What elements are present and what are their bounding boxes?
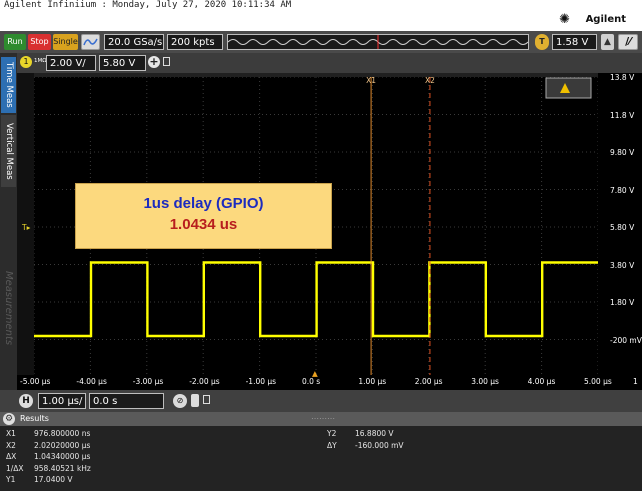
- channel-impedance: 1MΩ: [34, 58, 47, 64]
- memory-depth-field[interactable]: 200 kpts: [167, 34, 223, 50]
- result-label: X1: [6, 429, 16, 438]
- result-label: ΔY: [327, 440, 337, 450]
- channel-menu-icon[interactable]: [163, 57, 170, 66]
- annotation-value: 1.0434 us: [169, 216, 238, 233]
- x-tick-label: -2.00 µs: [189, 377, 220, 386]
- result-label: Y1: [6, 475, 16, 484]
- x-tick-label: -3.00 µs: [132, 377, 164, 386]
- y-tick-label: 13.8 V: [610, 73, 635, 82]
- waveform-icon: [83, 38, 98, 46]
- results-table: X1 976.800000 ns X2 2.02020000 µs ΔX 1.043400…: [0, 426, 642, 491]
- y-tick-label: 9.80 V: [610, 148, 635, 157]
- trigger-badge[interactable]: T: [535, 34, 549, 50]
- y-tick-label: 5.80 V: [610, 223, 635, 232]
- y-tick-label: 11.8 V: [610, 110, 635, 120]
- result-value: 976.800000 ns: [34, 429, 91, 438]
- result-value: 958.40521 kHz: [34, 463, 91, 473]
- vertical-scale: 13.8 V 11.8 V 9.80 V 7.80 V 5.80 V 3.80 V 1.80…: [598, 73, 642, 388]
- y-tick-label: -200 mV: [610, 335, 642, 345]
- result-value: 2.02020000 µs: [34, 440, 91, 450]
- delay-annotation: 1us delay (GPIO) 1.0434 us: [75, 183, 332, 249]
- results-settings-icon[interactable]: ⚙: [3, 413, 15, 425]
- horizontal-position-field[interactable]: 0.0 s: [89, 393, 164, 409]
- result-label: ΔX: [6, 452, 17, 461]
- trigger-slope-icon[interactable]: ▲: [601, 34, 614, 50]
- single-button[interactable]: Single: [53, 34, 78, 50]
- y-tick-label: 1.80 V: [610, 298, 635, 307]
- trigger-edge-icon[interactable]: /⁄: [618, 34, 638, 50]
- y-tick-label: 3.80 V: [610, 260, 635, 270]
- acquisition-toolbar: Run Stop Single 20.0 GSa/s 200 kpts T 1.…: [0, 31, 642, 53]
- channel-1-trace: [34, 261, 598, 338]
- agilent-spark-icon: ✺: [559, 12, 570, 27]
- timebase-scale-field[interactable]: 1.00 µs/: [38, 393, 86, 409]
- channel-number-badge[interactable]: 1: [20, 56, 32, 68]
- measurements-watermark: Measurements: [3, 270, 14, 346]
- results-panel: ⚙ Results ⋯⋯⋯ X1 976.800000 ns X2 2.0202000…: [0, 412, 642, 491]
- x-tick-label: 2.00 µs: [414, 377, 443, 386]
- horizontal-bar: H 1.00 µs/ 0.0 s ⊘: [0, 390, 642, 412]
- x-tick-label: 3.00 µs: [471, 377, 499, 386]
- stop-button[interactable]: Stop: [28, 34, 51, 50]
- result-label: Y2: [327, 429, 337, 438]
- result-value: 17.0400 V: [34, 475, 73, 484]
- acquisition-overview-strip[interactable]: [227, 34, 529, 50]
- annotation-title: 1us delay (GPIO): [143, 195, 264, 212]
- result-value: 16.8800 V: [355, 429, 394, 438]
- x-tick-label: -1.00 µs: [245, 377, 277, 386]
- horizontal-badge[interactable]: H: [19, 394, 33, 408]
- x-tick-label: 0.0 s: [302, 377, 321, 386]
- cursor-x1-label[interactable]: X1: [366, 76, 376, 85]
- channel-scale-field[interactable]: 2.00 V/: [46, 55, 96, 71]
- y-tick-label: 7.80 V: [610, 185, 635, 195]
- side-panel-tabs: Time Meas Vertical Meas Measurements: [0, 53, 17, 413]
- channel-bar: 1 1MΩ 2.00 V/ 5.80 V +: [17, 53, 642, 73]
- trigger-level-marker[interactable]: T▸: [22, 223, 30, 232]
- trigger-level-field[interactable]: 1.58 V: [552, 34, 597, 50]
- brand-bar: ✺ Agilent: [0, 11, 642, 31]
- horizontal-menu-icon[interactable]: [203, 395, 210, 404]
- tab-time-meas[interactable]: Time Meas: [1, 57, 16, 113]
- warning-badge: [545, 77, 592, 99]
- sample-rate-field[interactable]: 20.0 GSa/s: [104, 34, 164, 50]
- trigger-time-marker: ▲: [312, 369, 318, 378]
- result-label: X2: [6, 440, 16, 450]
- run-button[interactable]: Run: [4, 34, 26, 50]
- results-header[interactable]: ⚙ Results ⋯⋯⋯: [0, 412, 642, 426]
- x-tick-label: -4.00 µs: [76, 377, 107, 386]
- zoom-icon[interactable]: ⊘: [173, 394, 187, 408]
- result-value: 1.04340000 µs: [34, 452, 91, 461]
- brand-name: Agilent: [585, 14, 626, 25]
- autoscale-button[interactable]: [81, 34, 100, 50]
- add-channel-icon[interactable]: +: [148, 56, 160, 68]
- time-axis: -5.00 µs -4.00 µs -3.00 µs -2.00 µs -1.00 µs…: [17, 369, 642, 390]
- results-title: Results: [20, 414, 49, 423]
- result-value: -160.000 mV: [355, 440, 404, 450]
- cursor-x2-label[interactable]: X2: [425, 76, 435, 85]
- resize-grip-icon[interactable]: ⋯⋯⋯: [311, 412, 335, 426]
- window-title-bar: Agilent Infiniium : Monday, July 27, 202…: [0, 0, 642, 11]
- x-tick-label: 4.00 µs: [527, 377, 556, 386]
- result-label: 1/ΔX: [6, 463, 24, 473]
- tab-vertical-meas[interactable]: Vertical Meas: [1, 115, 16, 187]
- overview-waveform: [227, 35, 529, 49]
- x-tick-label: -5.00 µs: [20, 377, 51, 386]
- channel-offset-field[interactable]: 5.80 V: [99, 55, 146, 71]
- zoom-toggle-icon[interactable]: [191, 394, 199, 407]
- x-tick-label: 5.00 µs: [584, 377, 612, 386]
- window-title: Agilent Infiniium : Monday, July 27, 202…: [4, 0, 292, 10]
- x-tick-label: 1.00 µs: [358, 377, 387, 386]
- x-axis-end-label: 1: [633, 377, 638, 386]
